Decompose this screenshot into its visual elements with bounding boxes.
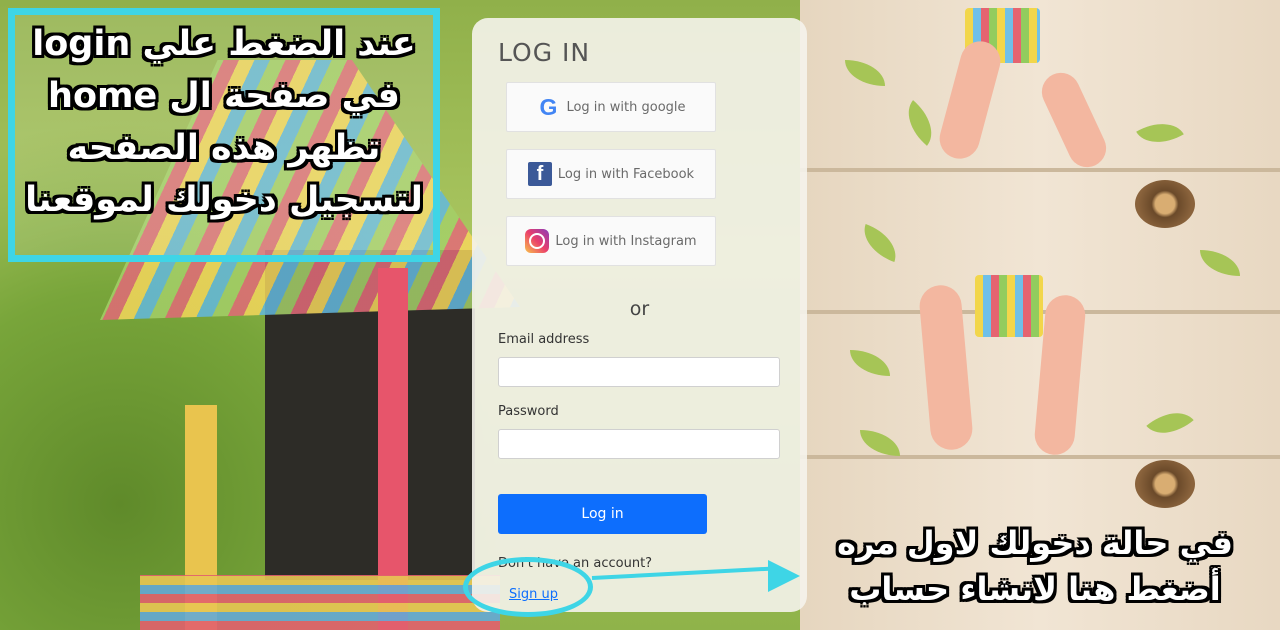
instagram-icon xyxy=(525,229,550,253)
google-icon: G xyxy=(539,93,558,120)
login-button[interactable]: Log in xyxy=(498,494,707,534)
login-title: LOG IN xyxy=(498,38,591,67)
login-card: LOG IN G Log in with google f Log in wit… xyxy=(472,18,807,612)
annotation-bottom-right: في حالة دخولك لاول مره أضغط هنا لانشاء ح… xyxy=(800,520,1270,612)
password-label: Password xyxy=(498,404,559,419)
annotation-line: في حالة دخولك لاول مره xyxy=(837,524,1233,562)
facebook-icon: f xyxy=(527,162,552,186)
email-field[interactable] xyxy=(498,357,780,387)
or-divider: or xyxy=(629,298,650,320)
password-field[interactable] xyxy=(498,429,780,459)
annotation-line: في صفحة ال home xyxy=(48,76,400,116)
instagram-login-button[interactable]: Log in with Instagram xyxy=(506,216,716,266)
facebook-login-label: Log in with Facebook xyxy=(557,166,695,182)
email-label: Email address xyxy=(498,332,590,347)
signup-highlight-ring xyxy=(463,557,593,617)
annotation-line: عند الضغط علي login xyxy=(32,24,416,64)
arrow-head-icon xyxy=(768,560,800,592)
annotation-line: لتسجيل دخولك لموقعنا xyxy=(25,180,423,220)
facebook-login-button[interactable]: f Log in with Facebook xyxy=(506,149,716,199)
annotation-line: أضغط هنا لانشاء حساب xyxy=(849,570,1221,608)
annotation-top-left: عند الضغط علي login في صفحة ال home تظهر… xyxy=(15,18,433,226)
annotation-line: تظهر هذه الصفحه xyxy=(67,128,381,168)
google-login-button[interactable]: G Log in with google xyxy=(506,82,716,132)
google-login-label: Log in with google xyxy=(566,99,686,115)
instagram-login-label: Log in with Instagram xyxy=(555,233,697,249)
